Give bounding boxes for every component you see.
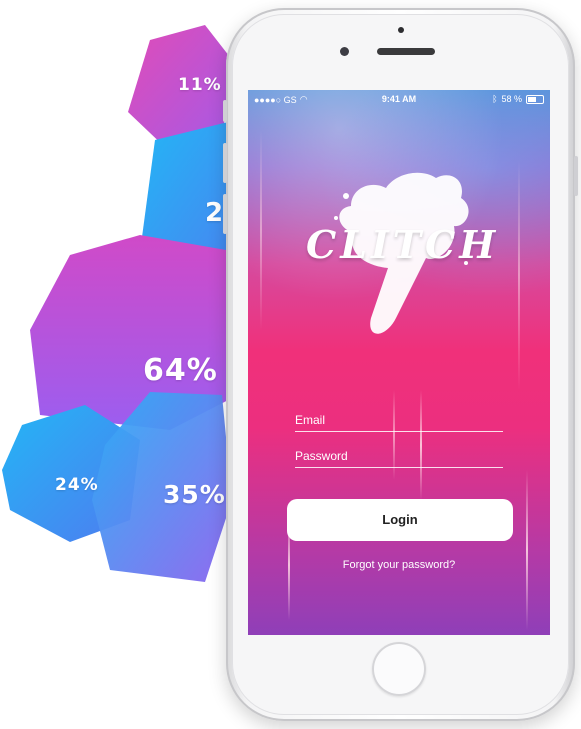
password-placeholder: Password <box>295 449 348 463</box>
battery-status: ᛒ 58 % <box>492 94 544 104</box>
light-beam <box>260 130 262 330</box>
proximity-sensor <box>398 27 404 33</box>
light-beam <box>518 160 520 390</box>
volume-up-button <box>223 143 227 183</box>
power-button <box>574 156 578 196</box>
bluetooth-icon: ᛒ <box>492 94 498 104</box>
app-logo: CLITCH <box>306 222 500 267</box>
light-beam <box>526 470 528 630</box>
stat-11-label: 11% <box>178 75 222 95</box>
phone-mockup: ●●●●○ GS ◠ 9:41 AM ᛒ 58 % CLITCH Email P… <box>223 8 578 721</box>
mute-switch <box>223 100 227 122</box>
battery-icon <box>526 94 544 104</box>
stat-24-label: 24% <box>55 475 99 495</box>
home-button[interactable] <box>372 642 426 696</box>
status-bar: ●●●●○ GS ◠ 9:41 AM ᛒ 58 % <box>248 90 550 108</box>
volume-down-button <box>223 194 227 234</box>
battery-percent: 58 % <box>501 94 522 104</box>
stat-35-label: 35% <box>163 480 226 509</box>
front-camera <box>340 47 349 56</box>
earpiece-speaker <box>377 48 435 55</box>
forgot-password-link[interactable]: Forgot your password? <box>248 559 550 571</box>
stat-64-label: 64% <box>143 353 218 388</box>
email-field[interactable]: Email <box>295 409 503 432</box>
app-screen: ●●●●○ GS ◠ 9:41 AM ᛒ 58 % CLITCH Email P… <box>248 90 550 635</box>
password-field[interactable]: Password <box>295 445 503 468</box>
login-button[interactable]: Login <box>287 499 513 541</box>
email-placeholder: Email <box>295 413 326 427</box>
